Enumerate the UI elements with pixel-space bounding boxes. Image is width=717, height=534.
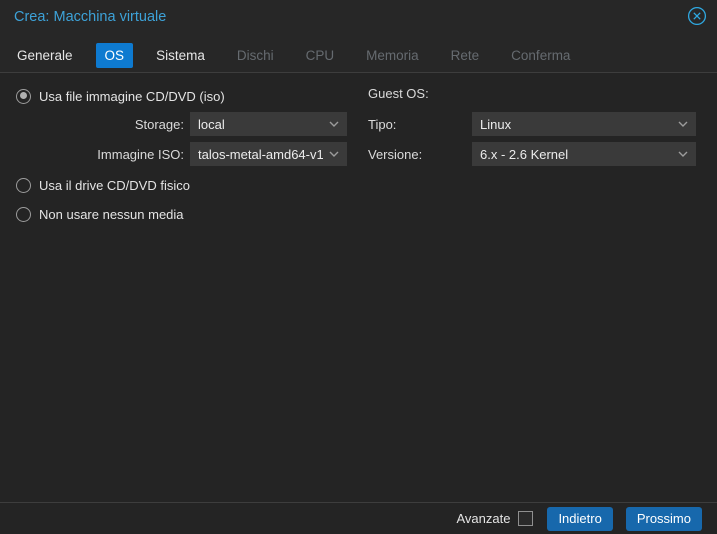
storage-value: local bbox=[198, 116, 225, 132]
radio-no-media[interactable]: Non usare nessun media bbox=[16, 204, 184, 224]
tab-memoria: Memoria bbox=[366, 47, 419, 63]
radio-physical-drive-label: Usa il drive CD/DVD fisico bbox=[39, 177, 190, 193]
radio-icon[interactable] bbox=[16, 177, 31, 193]
os-version-row: Versione: 6.x - 2.6 Kernel bbox=[368, 142, 696, 166]
close-button[interactable] bbox=[686, 6, 708, 31]
radio-icon[interactable] bbox=[16, 206, 31, 222]
os-type-select[interactable]: Linux bbox=[472, 112, 696, 136]
os-version-select[interactable]: 6.x - 2.6 Kernel bbox=[472, 142, 696, 166]
tab-conferma: Conferma bbox=[511, 47, 571, 63]
chevron-down-icon bbox=[678, 151, 688, 157]
storage-select[interactable]: local bbox=[190, 112, 347, 136]
storage-row: Storage: local bbox=[16, 112, 347, 136]
tab-sistema[interactable]: Sistema bbox=[147, 43, 214, 68]
tab-os[interactable]: OS bbox=[95, 42, 134, 68]
tab-generale[interactable]: Generale bbox=[8, 43, 82, 68]
radio-icon[interactable] bbox=[16, 88, 31, 104]
tab-cpu: CPU bbox=[305, 47, 335, 63]
tab-rete: Rete bbox=[450, 47, 480, 63]
os-version-value: 6.x - 2.6 Kernel bbox=[480, 146, 569, 162]
os-type-label: Tipo: bbox=[368, 116, 397, 132]
tab-dischi: Dischi bbox=[236, 47, 274, 63]
os-version-label: Versione: bbox=[368, 146, 423, 162]
next-button[interactable]: Prossimo bbox=[625, 506, 702, 531]
create-vm-dialog: Crea: Macchina virtuale Generale OS Sist… bbox=[0, 0, 717, 534]
os-tab-panel: Usa file immagine CD/DVD (iso) Storage: … bbox=[0, 73, 717, 502]
radio-no-media-label: Non usare nessun media bbox=[39, 206, 184, 222]
iso-label: Immagine ISO: bbox=[97, 146, 184, 162]
radio-physical-drive[interactable]: Usa il drive CD/DVD fisico bbox=[16, 175, 190, 195]
iso-value: talos-metal-amd64-v1. bbox=[198, 146, 323, 162]
wizard-tabbar: Generale OS Sistema Dischi CPU Memoria R… bbox=[0, 38, 717, 73]
chevron-down-icon bbox=[329, 121, 339, 127]
advanced-label: Avanzate bbox=[456, 511, 511, 526]
advanced-checkbox[interactable] bbox=[518, 511, 534, 526]
guest-os-heading: Guest OS: bbox=[368, 86, 429, 101]
dialog-titlebar: Crea: Macchina virtuale bbox=[0, 0, 717, 38]
close-icon bbox=[687, 6, 707, 31]
radio-use-iso[interactable]: Usa file immagine CD/DVD (iso) bbox=[16, 86, 225, 106]
os-type-value: Linux bbox=[480, 116, 512, 132]
back-button[interactable]: Indietro bbox=[547, 506, 613, 531]
dialog-footer: Avanzate Indietro Prossimo bbox=[0, 502, 717, 534]
chevron-down-icon bbox=[329, 151, 339, 157]
os-type-row: Tipo: Linux bbox=[368, 112, 696, 136]
radio-use-iso-label: Usa file immagine CD/DVD (iso) bbox=[39, 88, 225, 104]
iso-select[interactable]: talos-metal-amd64-v1. bbox=[190, 142, 347, 166]
dialog-title: Crea: Macchina virtuale bbox=[14, 9, 167, 25]
iso-row: Immagine ISO: talos-metal-amd64-v1. bbox=[16, 142, 347, 166]
chevron-down-icon bbox=[678, 121, 688, 127]
storage-label: Storage: bbox=[134, 116, 184, 132]
